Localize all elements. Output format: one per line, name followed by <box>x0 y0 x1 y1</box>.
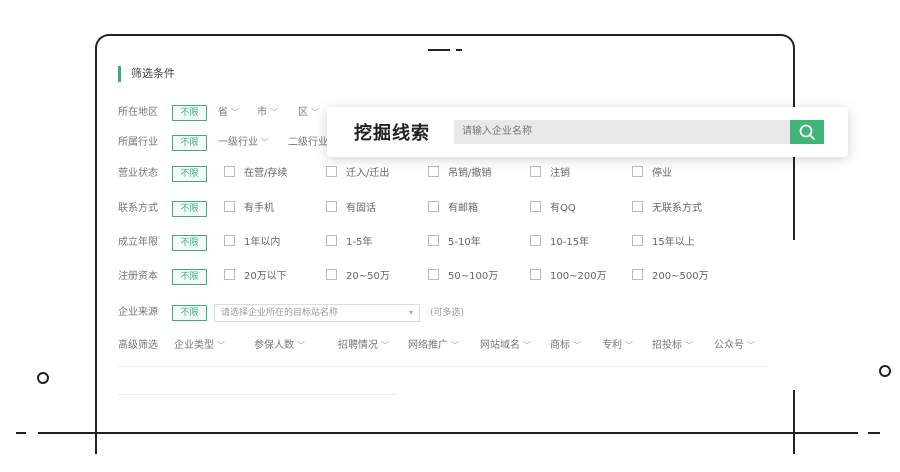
checkbox <box>530 235 541 246</box>
chevron-down-icon: ﹀ <box>685 341 693 350</box>
checkbox <box>326 201 337 212</box>
capital-option[interactable]: 50~100万 <box>428 269 498 285</box>
checkbox <box>530 201 541 212</box>
row-label: 成立年限 <box>118 237 158 248</box>
contact-option[interactable]: 有手机 <box>224 201 274 217</box>
unlimited-tag[interactable]: 不限 <box>172 235 207 251</box>
chevron-down-icon: ﹀ <box>311 108 319 117</box>
base-dash-right <box>868 432 880 434</box>
checkbox <box>632 166 643 177</box>
checkbox <box>224 269 235 280</box>
chevron-down-icon: ﹀ <box>297 341 305 350</box>
checkbox <box>428 269 439 280</box>
row-label: 注册资本 <box>118 271 158 282</box>
founded-option[interactable]: 10-15年 <box>530 235 589 251</box>
search-button[interactable] <box>790 120 824 144</box>
chevron-down-icon: ﹀ <box>261 138 269 147</box>
chevron-down-icon: ﹀ <box>381 341 389 350</box>
industry-level2-dropdown[interactable]: 二级行业 <box>288 135 328 151</box>
chevron-down-icon: ﹀ <box>747 341 755 350</box>
checkbox <box>428 235 439 246</box>
checkbox <box>326 235 337 246</box>
capital-option[interactable]: 200~500万 <box>632 269 709 285</box>
industry-level1-dropdown[interactable]: 一级行业 ﹀ <box>218 135 269 151</box>
checkbox <box>224 235 235 246</box>
checkbox <box>428 201 439 212</box>
checkbox <box>632 269 643 280</box>
laptop-base <box>38 432 858 434</box>
deco-circle-left <box>37 372 49 384</box>
chevron-down-icon: ﹀ <box>625 341 633 350</box>
source-site-select[interactable]: 请选择企业所在的目标站名称 ▾ <box>214 304 420 322</box>
province-dropdown[interactable]: 省 ﹀ <box>218 105 239 121</box>
trademark-dropdown[interactable]: 商标 ﹀ <box>550 338 581 354</box>
insured-count-dropdown[interactable]: 参保人数 ﹀ <box>254 338 305 354</box>
checkbox <box>530 269 541 280</box>
contact-option[interactable]: 有QQ <box>530 201 576 217</box>
official-account-dropdown[interactable]: 公众号 ﹀ <box>714 338 755 354</box>
base-dash-left <box>16 432 26 434</box>
unlimited-tag[interactable]: 不限 <box>172 305 207 321</box>
status-option[interactable]: 注销 <box>530 166 570 182</box>
divider <box>118 394 398 395</box>
patent-dropdown[interactable]: 专利 ﹀ <box>602 338 633 354</box>
district-dropdown[interactable]: 区 ﹀ <box>298 105 319 121</box>
founded-option[interactable]: 5-10年 <box>428 235 481 251</box>
bidding-dropdown[interactable]: 招投标 ﹀ <box>652 338 693 354</box>
checkbox <box>224 201 235 212</box>
unlimited-tag[interactable]: 不限 <box>172 166 207 182</box>
checkbox <box>530 166 541 177</box>
search-title: 挖掘线索 <box>354 123 430 144</box>
unlimited-tag[interactable]: 不限 <box>172 269 207 285</box>
chevron-down-icon: ﹀ <box>451 341 459 350</box>
checkbox <box>632 235 643 246</box>
recruitment-dropdown[interactable]: 招聘情况 ﹀ <box>338 338 389 354</box>
capital-option[interactable]: 20~50万 <box>326 269 390 285</box>
chevron-down-icon: ▾ <box>408 308 413 317</box>
status-option[interactable]: 停业 <box>632 166 672 182</box>
deco-circle-right <box>879 365 891 377</box>
chevron-down-icon: ﹀ <box>217 341 225 350</box>
online-promo-dropdown[interactable]: 网络推广 ﹀ <box>408 338 459 354</box>
checkbox <box>428 166 439 177</box>
row-label: 所属行业 <box>118 137 158 148</box>
company-type-dropdown[interactable]: 企业类型 ﹀ <box>174 338 225 354</box>
contact-option[interactable]: 无联系方式 <box>632 201 702 217</box>
filter-panel: 筛选条件 所在地区 不限 省 ﹀ 市 ﹀ 区 ﹀ 所属行业 不限 一级行业 ﹀ 二级行业… <box>104 44 794 424</box>
checkbox <box>224 166 235 177</box>
panel-title: 筛选条件 <box>118 66 175 82</box>
status-option[interactable]: 吊销/撤销 <box>428 166 491 182</box>
chevron-down-icon: ﹀ <box>270 108 278 117</box>
capital-option[interactable]: 100~200万 <box>530 269 607 285</box>
capital-option[interactable]: 20万以下 <box>224 269 287 285</box>
row-label: 高级筛选 <box>118 340 158 351</box>
row-label: 联系方式 <box>118 203 158 214</box>
unlimited-tag[interactable]: 不限 <box>172 105 207 121</box>
multi-select-hint: (可多选) <box>430 308 465 318</box>
divider <box>118 366 768 367</box>
chevron-down-icon: ﹀ <box>523 341 531 350</box>
row-label: 企业来源 <box>118 307 158 318</box>
row-label: 营业状态 <box>118 168 158 179</box>
status-option[interactable]: 迁入/迁出 <box>326 166 389 182</box>
chevron-down-icon: ﹀ <box>573 341 581 350</box>
checkbox <box>632 201 643 212</box>
founded-option[interactable]: 1-5年 <box>326 235 372 251</box>
chevron-down-icon: ﹀ <box>231 108 239 117</box>
checkbox <box>326 269 337 280</box>
unlimited-tag[interactable]: 不限 <box>172 201 207 217</box>
founded-option[interactable]: 15年以上 <box>632 235 695 251</box>
city-dropdown[interactable]: 市 ﹀ <box>257 105 278 121</box>
checkbox <box>326 166 337 177</box>
contact-option[interactable]: 有固话 <box>326 201 376 217</box>
company-search-input[interactable] <box>454 120 790 144</box>
domain-dropdown[interactable]: 网站域名 ﹀ <box>480 338 531 354</box>
status-option[interactable]: 在营/存续 <box>224 166 287 182</box>
contact-option[interactable]: 有邮箱 <box>428 201 478 217</box>
row-label: 所在地区 <box>118 107 158 118</box>
founded-option[interactable]: 1年以内 <box>224 235 280 251</box>
search-icon <box>799 124 815 140</box>
unlimited-tag[interactable]: 不限 <box>172 135 207 151</box>
search-card: 挖掘线索 <box>327 107 848 157</box>
